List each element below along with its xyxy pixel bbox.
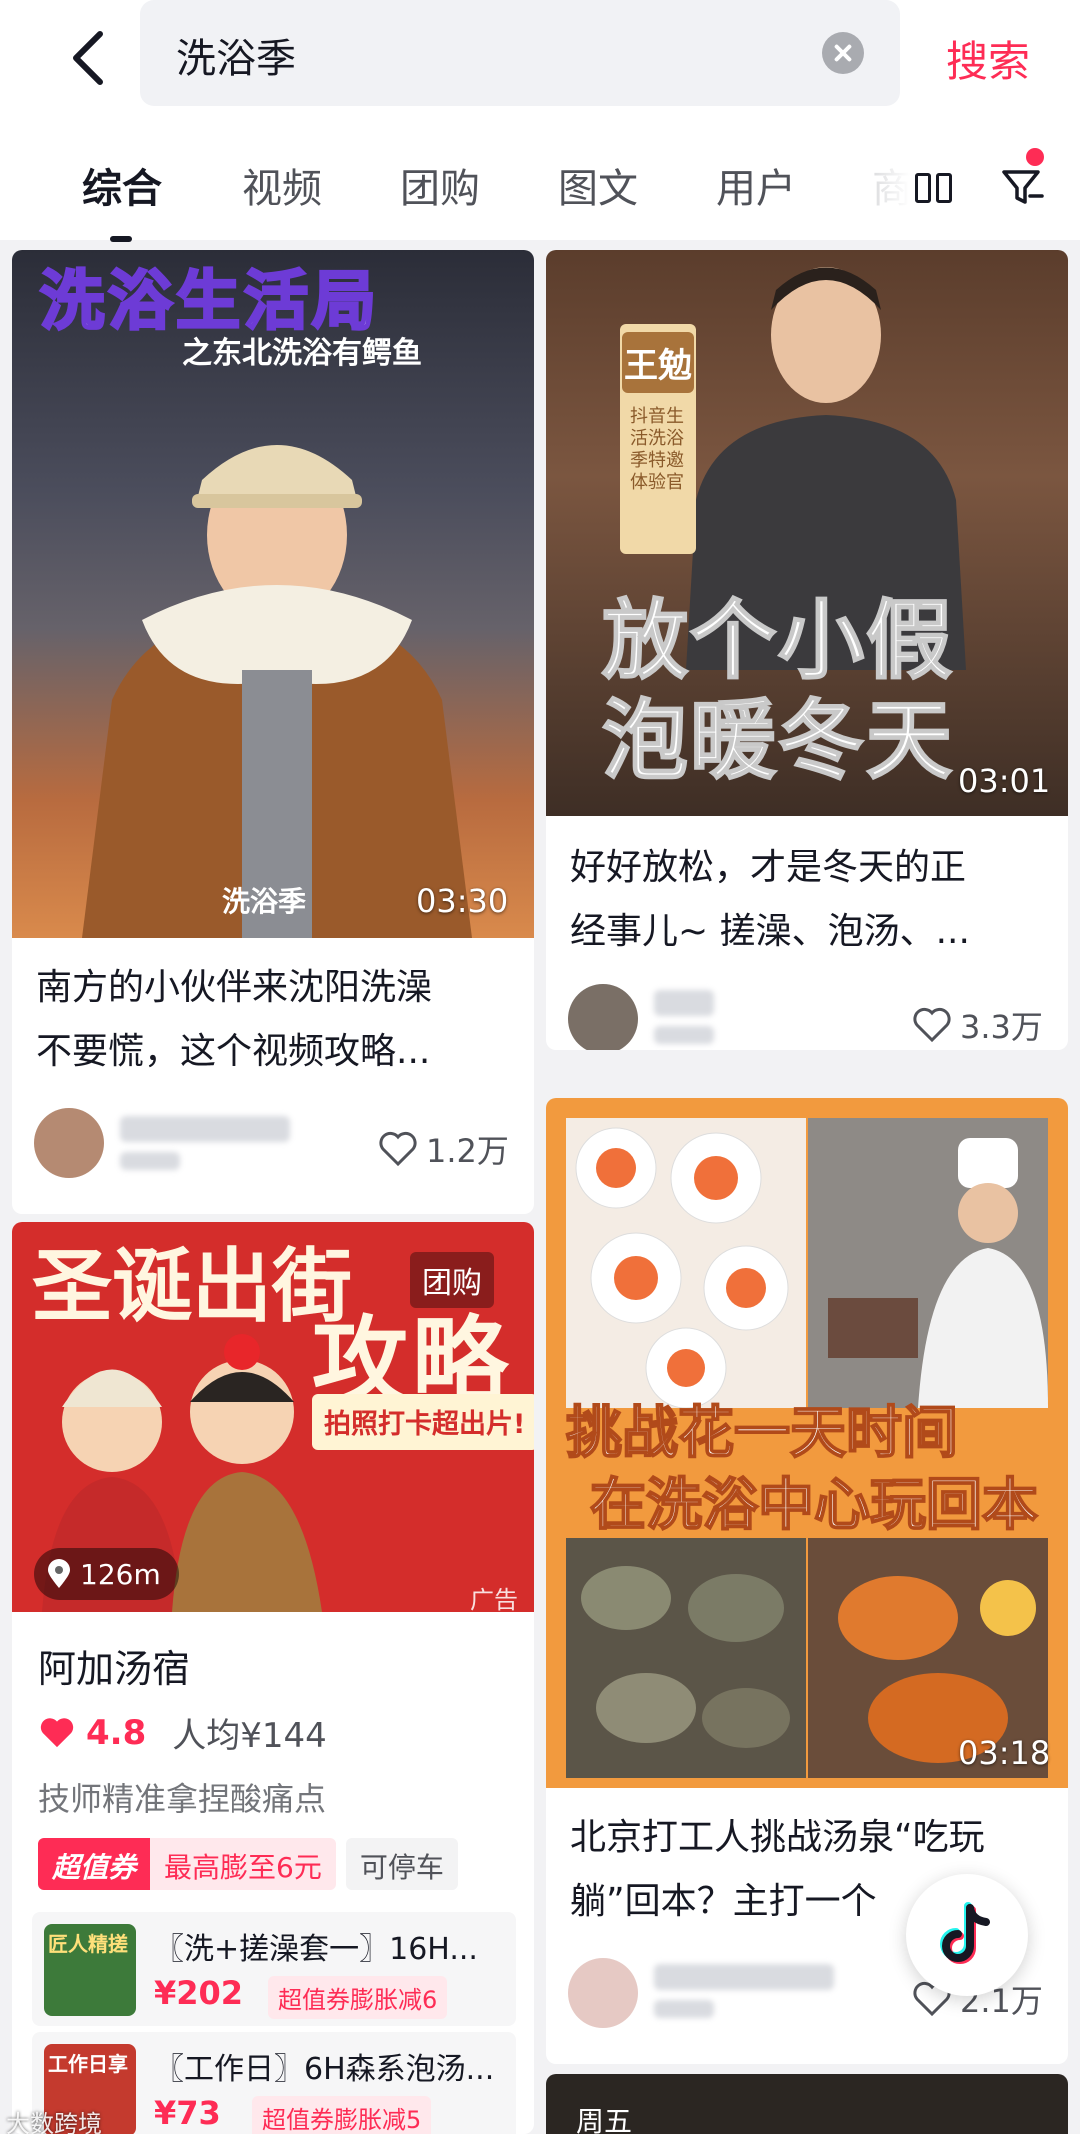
video-title[interactable]: 南方的小伙伴来沈阳洗澡 不要慌，这个视频攻略... xyxy=(36,956,516,1084)
douyin-float-button[interactable] xyxy=(906,1874,1028,1996)
like-count[interactable]: 1.2万 xyxy=(378,1126,509,1172)
promo-text: 技师精准拿捏酸痛点 xyxy=(38,1780,327,1818)
coupon-row: 超值券 最高膨至6元 可停车 xyxy=(38,1838,458,1890)
shop-name[interactable]: 阿加汤宿 xyxy=(38,1638,190,1693)
tab-image-text[interactable]: 图文 xyxy=(558,156,638,214)
back-button[interactable] xyxy=(50,18,130,98)
like-count[interactable]: 3.3万 xyxy=(912,1002,1043,1048)
author-meta-blurred xyxy=(654,1026,714,1044)
coupon-value: 最高膨至6元 xyxy=(150,1838,336,1890)
video-thumbnail[interactable]: 挑战花一天时间 在洗浴中心玩回本 03:18 xyxy=(546,1098,1068,1788)
search-input[interactable]: 洗浴季 xyxy=(140,0,900,106)
tab-fade xyxy=(850,150,910,220)
video-duration: 03:01 xyxy=(958,762,1051,800)
like-count-value: 1.2万 xyxy=(426,1132,509,1170)
header: 洗浴季 搜索 综合 视频 团购 图文 用户 商 xyxy=(0,0,1080,242)
thumbnail-title: 圣诞出街 xyxy=(32,1240,352,1333)
avatar[interactable] xyxy=(34,1108,104,1178)
group-buy-badge: 团购 xyxy=(410,1252,494,1308)
video-thumbnail[interactable]: 王勉 抖音生活洗浴季特邀体验官 放个小假 泡暖冬天 03:01 xyxy=(546,250,1068,816)
chevron-left-icon xyxy=(73,31,103,85)
result-tabs: 综合 视频 团购 图文 用户 商 xyxy=(0,140,1080,242)
avatar[interactable] xyxy=(568,984,638,1050)
video-thumbnail[interactable]: 洗浴生活局 之东北洗浴有鳄鱼 洗浴季 03:30 xyxy=(12,250,534,938)
search-results-page: 洗浴季 搜索 综合 视频 团购 图文 用户 商 xyxy=(0,0,1080,2134)
thumbnail-title: 挑战花一天时间 xyxy=(565,1400,959,1467)
distance-badge: 126m xyxy=(34,1548,179,1600)
watermark: 大数跨境 xyxy=(6,2110,102,2134)
video-card-4[interactable]: 周五 xyxy=(546,2074,1068,2134)
thumbnail-title: 泡暖冬天 xyxy=(601,690,954,792)
video-title-line: 好好放松，才是冬天的正 xyxy=(570,847,967,888)
heart-icon xyxy=(379,1131,417,1167)
deal-item[interactable]: 匠人精搓 〖洗+搓澡套一〗16H... ¥202 超值券膨胀减6 xyxy=(32,1912,516,2026)
ad-label: 广告 xyxy=(470,1586,518,1612)
tab-users[interactable]: 用户 xyxy=(716,156,796,214)
thumbnail-strip-text: 拍照打卡超出片! xyxy=(324,1409,526,1440)
thumbnail-title: 周五 xyxy=(576,2105,633,2134)
filter-icon[interactable] xyxy=(998,162,1048,212)
video-duration: 03:30 xyxy=(416,882,509,920)
layout-toggle-icon[interactable] xyxy=(915,170,955,206)
thumbnail-subtitle: 之东北洗浴有鳄鱼 xyxy=(182,336,422,371)
search-query: 洗浴季 xyxy=(176,36,296,82)
thumbnail-tag: 洗浴季 xyxy=(222,885,307,918)
heart-filled-icon xyxy=(40,1717,74,1747)
deal-thumbnail-text: 工作日享 xyxy=(48,2052,128,2076)
thumbnail-title: 在洗浴中心玩回本 xyxy=(589,1472,1039,1539)
deal-thumbnail: 匠人精搓 xyxy=(44,1924,136,2016)
video-title-line: 不要慌，这个视频攻略... xyxy=(36,1031,431,1072)
video-card-1[interactable]: 洗浴生活局 之东北洗浴有鳄鱼 洗浴季 03:30 南方的小伙伴来沈阳洗澡 不要慌… xyxy=(12,250,534,1214)
average-price: 人均¥144 xyxy=(172,1716,327,1756)
coupon-chip[interactable]: 超值券 最高膨至6元 xyxy=(38,1838,336,1890)
author-meta-blurred xyxy=(654,2000,714,2018)
guest-caption: 抖音生活洗浴季特邀体验官 xyxy=(630,406,684,493)
tab-video[interactable]: 视频 xyxy=(242,156,322,214)
food-plates-image xyxy=(566,1118,806,1409)
deal-item[interactable]: 工作日享 〖工作日〗6H森系泡汤... ¥73 超值券膨胀减5 xyxy=(32,2032,516,2134)
guest-name: 王勉 xyxy=(622,332,694,393)
author-meta-blurred xyxy=(120,1152,180,1170)
search-button[interactable]: 搜索 xyxy=(946,28,1030,89)
author-name-blurred[interactable] xyxy=(120,1116,290,1142)
heart-icon xyxy=(913,1007,951,1043)
distance-value: 126m xyxy=(80,1557,161,1591)
notification-dot xyxy=(1026,148,1044,166)
video-duration: 03:18 xyxy=(958,1734,1051,1772)
deal-thumbnail[interactable]: 圣诞出街 攻略 拍照打卡超出片! 团购 126m 广告 xyxy=(12,1222,534,1612)
video-title[interactable]: 好好放松，才是冬天的正 经事儿~ 搓澡、泡汤、... xyxy=(570,836,1050,964)
person-image xyxy=(82,445,472,938)
avatar[interactable] xyxy=(568,1958,638,2028)
video-title-line: 南方的小伙伴来沈阳洗澡 xyxy=(36,967,433,1008)
tab-all[interactable]: 综合 xyxy=(82,156,162,214)
tab-group-buy[interactable]: 团购 xyxy=(400,156,480,214)
deal-tag: 超值券膨胀减5 xyxy=(252,2096,432,2134)
video-title-line: 经事儿~ 搓澡、泡汤、... xyxy=(570,911,970,952)
deal-tag: 超值券膨胀减6 xyxy=(268,1976,448,2019)
clear-icon[interactable] xyxy=(822,32,864,74)
rating-row: 4.8 人均¥144 xyxy=(38,1708,327,1757)
coupon-label: 超值券 xyxy=(38,1838,151,1890)
deal-title: 〖工作日〗6H森系泡汤... xyxy=(154,2052,495,2087)
douyin-logo-icon xyxy=(940,1902,990,1964)
abalone-image xyxy=(566,1538,806,1778)
chef-image xyxy=(808,1118,1048,1408)
author-name-blurred[interactable] xyxy=(654,990,714,1016)
tab-indicator xyxy=(110,236,132,242)
deal-price: ¥73 xyxy=(154,2094,221,2132)
like-count-value: 3.3万 xyxy=(960,1008,1043,1046)
deal-thumbnail-text: 匠人精搓 xyxy=(48,1932,128,1956)
location-pin-icon xyxy=(48,1559,70,1588)
author-name-blurred[interactable] xyxy=(654,1964,834,1990)
video-card-2[interactable]: 王勉 抖音生活洗浴季特邀体验官 放个小假 泡暖冬天 03:01 好好放松，才是冬… xyxy=(546,250,1068,1050)
deal-title: 〖洗+搓澡套一〗16H... xyxy=(154,1932,478,1967)
video-title-line: 北京打工人挑战汤泉“吃玩 xyxy=(570,1817,985,1858)
deal-price: ¥202 xyxy=(154,1974,244,2012)
parking-chip: 可停车 xyxy=(345,1838,458,1890)
group-buy-card[interactable]: 圣诞出街 攻略 拍照打卡超出片! 团购 126m 广告 阿加汤宿 4.8 人均¥… xyxy=(12,1222,534,2134)
rating-value: 4.8 xyxy=(86,1712,147,1753)
